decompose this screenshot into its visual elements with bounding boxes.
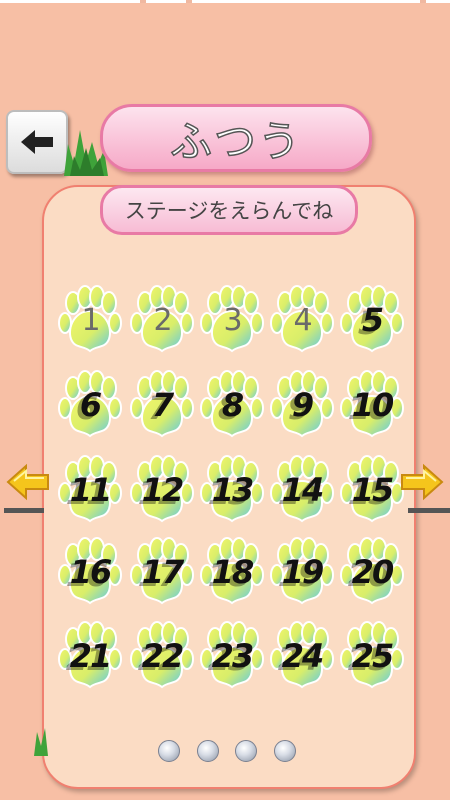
stage-button-21[interactable]: 21 <box>55 621 125 691</box>
stage-button-11[interactable]: 11 <box>55 455 125 525</box>
stage-button-23[interactable]: 23 <box>197 621 267 691</box>
stage-button-14[interactable]: 14 <box>267 455 337 525</box>
stage-number: 24 <box>281 637 325 675</box>
next-page-button[interactable] <box>400 462 444 502</box>
stage-button-17[interactable]: 17 <box>127 537 197 607</box>
stage-button-8[interactable]: 8 <box>197 370 267 440</box>
stage-button-12[interactable]: 12 <box>127 455 197 525</box>
stage-button-13[interactable]: 13 <box>197 455 267 525</box>
left-arrow-icon <box>21 130 53 154</box>
stage-button-4[interactable]: 4 <box>267 285 337 355</box>
page-dot-2[interactable] <box>197 740 219 762</box>
subtitle: ステージをえらんでね <box>124 199 334 223</box>
stage-number: 15 <box>351 471 395 509</box>
stage-button-10[interactable]: 10 <box>337 370 407 440</box>
stage-number: 1 <box>81 302 100 338</box>
stage-button-6[interactable]: 6 <box>55 370 125 440</box>
prev-page-button[interactable] <box>6 462 50 502</box>
stage-number: 5 <box>361 301 384 339</box>
yellow-left-arrow-icon <box>6 463 49 501</box>
stage-button-3[interactable]: 3 <box>197 285 267 355</box>
stage-number: 18 <box>211 553 255 591</box>
stage-number: 20 <box>351 553 395 591</box>
stage-button-20[interactable]: 20 <box>337 537 407 607</box>
stage-number: 3 <box>223 302 242 338</box>
stage-number: 22 <box>141 637 185 675</box>
stage-number: 4 <box>293 302 312 338</box>
stage-number: 12 <box>141 471 185 509</box>
stage-button-7[interactable]: 7 <box>127 370 197 440</box>
stage-number: 7 <box>151 386 174 424</box>
difficulty-title: ふつう <box>100 104 372 172</box>
shelf-right <box>408 508 450 513</box>
stage-number: 17 <box>141 553 185 591</box>
stage-number: 25 <box>351 637 395 675</box>
stage-button-22[interactable]: 22 <box>127 621 197 691</box>
stage-number: 6 <box>79 386 102 424</box>
stage-number: 13 <box>211 471 255 509</box>
stage-number: 16 <box>69 553 113 591</box>
stage-button-9[interactable]: 9 <box>267 370 337 440</box>
stage-button-15[interactable]: 15 <box>337 455 407 525</box>
stage-number: 2 <box>153 302 172 338</box>
stage-button-19[interactable]: 19 <box>267 537 337 607</box>
page-dot-1[interactable] <box>158 740 180 762</box>
grass-decoration-bottom <box>34 728 48 756</box>
stage-button-16[interactable]: 16 <box>55 537 125 607</box>
subtitle-banner: ステージをえらんでね <box>100 185 358 235</box>
status-strip <box>0 0 450 3</box>
shelf-left <box>4 508 44 513</box>
stage-number: 23 <box>211 637 255 675</box>
stage-number: 10 <box>351 386 395 424</box>
stage-number: 8 <box>221 386 244 424</box>
stage-number: 11 <box>69 471 113 509</box>
stage-button-5[interactable]: 5 <box>337 285 407 355</box>
stage-button-1[interactable]: 1 <box>55 285 125 355</box>
back-button[interactable] <box>6 110 68 174</box>
stage-button-25[interactable]: 25 <box>337 621 407 691</box>
stage-button-24[interactable]: 24 <box>267 621 337 691</box>
stage-number: 19 <box>281 553 325 591</box>
yellow-right-arrow-icon <box>401 463 444 501</box>
stage-number: 14 <box>281 471 325 509</box>
stage-number: 9 <box>291 386 314 424</box>
stage-button-18[interactable]: 18 <box>197 537 267 607</box>
page-dot-3[interactable] <box>235 740 257 762</box>
page-dot-4[interactable] <box>274 740 296 762</box>
stage-button-2[interactable]: 2 <box>127 285 197 355</box>
page-title: ふつう <box>169 116 302 167</box>
stage-number: 21 <box>69 637 113 675</box>
